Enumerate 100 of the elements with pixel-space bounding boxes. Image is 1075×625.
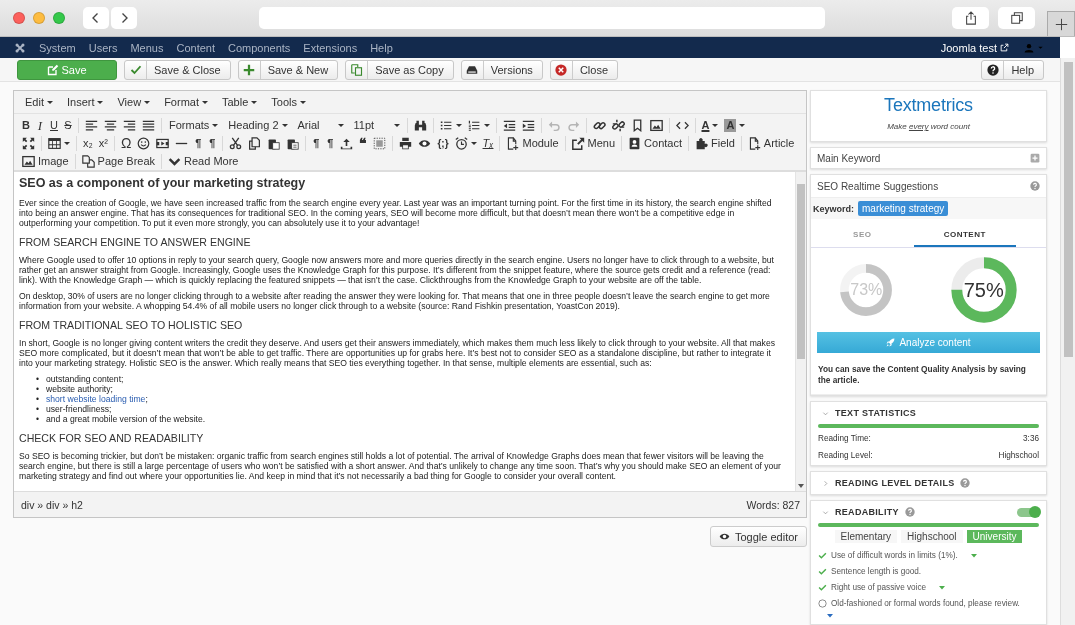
score-value: 75%	[962, 278, 1005, 302]
paste-icon	[267, 136, 281, 150]
toolbar-button[interactable]: Contact	[625, 134, 685, 152]
section-heading: CHECK FOR SEO AND READABILITY	[19, 432, 205, 444]
toolbar-button[interactable]: {;}	[434, 134, 452, 152]
external-link-icon	[1000, 43, 1009, 52]
caret-icon[interactable]	[969, 551, 978, 560]
editor-menu[interactable]: Tools	[264, 96, 313, 108]
level-option[interactable]: Elementary	[834, 530, 898, 543]
level-option[interactable]: Highschool	[901, 530, 963, 543]
toolbar-button[interactable]: ¶	[323, 134, 338, 152]
bullet-list-icon	[439, 118, 453, 132]
scrollbar-thumb[interactable]	[1063, 62, 1073, 357]
toolbar-button[interactable]: Ω	[117, 134, 135, 152]
toolbar-button[interactable]: A	[698, 116, 722, 134]
toolbar-button[interactable]: Image	[19, 152, 72, 170]
toolbar-button[interactable]: Tₓ	[479, 134, 497, 152]
editor-menu[interactable]: Format	[157, 96, 215, 108]
toolbar-button[interactable]: Page Break	[78, 152, 159, 170]
logo-icon	[14, 41, 26, 54]
toolbar-button[interactable]: x²	[95, 134, 111, 152]
media-icon	[156, 136, 170, 150]
maximize-window-icon	[53, 12, 65, 24]
align-right-icon	[123, 118, 136, 132]
help-icon	[986, 63, 999, 76]
editor-menu[interactable]: Edit	[18, 96, 60, 108]
toolbar-button[interactable]: B	[19, 116, 33, 134]
close-window-icon	[13, 12, 25, 24]
editor-menu[interactable]: Insert	[59, 96, 111, 108]
scrollbar[interactable]	[795, 172, 806, 491]
format-dropdown[interactable]: Heading 2	[222, 116, 292, 134]
section-title: READING LEVEL DETAILS	[835, 478, 955, 488]
nav-menu-item[interactable]: System	[39, 41, 76, 54]
toolbar-button[interactable]: ¶	[205, 134, 220, 152]
align-center-icon	[104, 118, 117, 132]
list-item: website authority;	[46, 384, 113, 394]
toolbar-button[interactable]: U	[47, 116, 61, 134]
bullet: •	[36, 414, 39, 424]
tab[interactable]: CONTENT	[913, 225, 1016, 247]
toolbar-button[interactable]: A	[721, 116, 749, 134]
toolbar-button[interactable]: Field	[692, 134, 738, 152]
save-new-button[interactable]: Save & New	[237, 59, 339, 80]
format-dropdown[interactable]: Arial	[291, 116, 348, 134]
share-button[interactable]	[952, 7, 989, 29]
save-close-button[interactable]: Save & Close	[124, 59, 231, 80]
toggle-switch[interactable]	[1017, 507, 1039, 517]
check-text: Use of difficult words in limits (1%).	[831, 551, 958, 560]
toolbar-button[interactable]: Module	[503, 134, 562, 152]
new-tab-button[interactable]	[1047, 11, 1075, 36]
toolbar-button[interactable]: S	[61, 116, 75, 134]
paragraph: Ever since the creation of Google, we have seen increased traffic from the search engine every year. Last year was an important turning point. For the first time in its history, the search engine shifted into being an answer engine. That has its consequences for traditional SEO. In the coming years, SEO will become more difficult, but that doesn’t mean there won’t be a competitive edge in outperforming your competition. To put it even more strongly, you can absolutely use it to your advantage!	[19, 198, 773, 228]
nav-menu-item[interactable]: Extensions	[303, 41, 358, 54]
justify-icon	[142, 118, 155, 132]
link[interactable]: every	[908, 122, 929, 131]
plus-icon	[243, 63, 256, 76]
toolbar-button[interactable]: ❝	[356, 134, 371, 152]
stat-label: Reading Level:	[818, 451, 873, 460]
help-button[interactable]: Help	[981, 59, 1044, 80]
editor-menu[interactable]: Table	[215, 96, 265, 108]
caret-icon[interactable]	[938, 583, 947, 592]
versions-button[interactable]: Versions	[460, 59, 543, 80]
toolbar-button[interactable]: Menu	[568, 134, 619, 152]
caret-icon[interactable]	[826, 612, 834, 620]
grid-icon	[373, 136, 387, 150]
edit-icon	[47, 63, 60, 76]
eye-icon	[719, 531, 730, 542]
section-title: SEO Realtime Suggestions	[817, 180, 939, 192]
nav-menu-item[interactable]: Content	[176, 41, 215, 54]
share-icon	[963, 11, 978, 25]
toolbar-button[interactable]: x₂	[80, 134, 96, 152]
toolbar-button[interactable]: ¶	[191, 134, 206, 152]
close-button[interactable]: Close	[549, 59, 618, 80]
drive-icon	[466, 63, 479, 76]
keyword-tag: marketing strategy	[858, 201, 949, 216]
tagline: Make every word count	[886, 122, 971, 131]
toolbar-button[interactable]: Article	[744, 134, 798, 152]
element-path: div » div » h2	[21, 498, 83, 511]
close-icon	[555, 63, 568, 76]
paragraph: In short, Google is no longer giving content writers the credit they deserve. And users get their answers immediately, which makes them much less likely to click through to your website. All that makes SEO more complicated, but it doesn’t mean that won’t be able to get traffic. There are opportunities up for grabs here. It’s best not to consider SEO as a standalone discipline, but rather to integrate it into your marketing strategy. Holistic SEO is the answer. Which really means that SEO ties everything together. In that sense, multiple elements are essential, such as:	[19, 338, 776, 368]
editor-menu[interactable]: View	[110, 96, 158, 108]
bullet: •	[36, 404, 39, 414]
toolbar-button[interactable]: ¶	[309, 134, 324, 152]
caret-icon	[1037, 44, 1044, 51]
toggle-editor-button[interactable]: Toggle editor	[710, 526, 807, 547]
nav-menu-item[interactable]: Menus	[130, 41, 164, 54]
nav-menu-item[interactable]: Help	[370, 41, 393, 54]
nav-menu-item[interactable]: Components	[228, 41, 291, 54]
toolbar-button[interactable]: I	[33, 116, 47, 134]
word-count: Words: 827	[746, 498, 800, 511]
toolbar-button[interactable]: Read More	[165, 152, 242, 170]
format-dropdown[interactable]: 11pt	[347, 116, 404, 134]
site-link[interactable]: Joomla test	[940, 41, 1009, 54]
format-dropdown[interactable]: Formats	[165, 116, 223, 134]
section-title: TEXT STATISTICS	[835, 408, 917, 418]
nav-menu-item[interactable]: Users	[88, 41, 118, 54]
bullet: •	[36, 384, 39, 394]
list-item: outstanding content;	[46, 374, 124, 384]
image-icon	[649, 118, 663, 132]
tabs-button[interactable]	[998, 7, 1035, 29]
save-copy-button[interactable]: Save as Copy	[345, 59, 454, 80]
